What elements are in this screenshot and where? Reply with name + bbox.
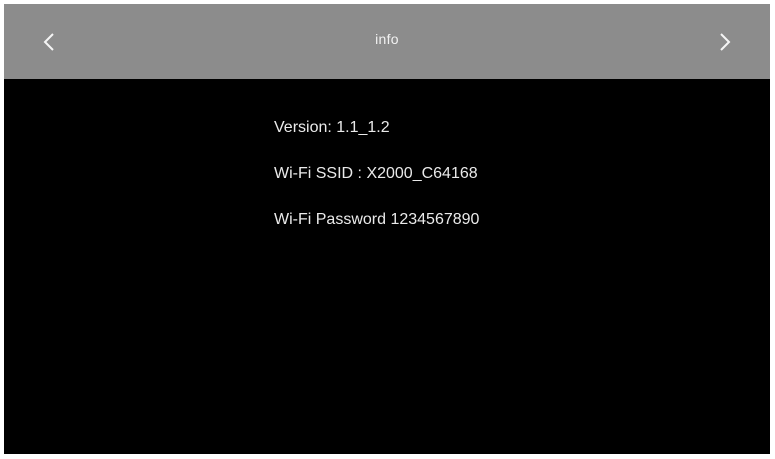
- device-info-list: Version: 1.1_1.2 Wi-Fi SSID : X2000_C641…: [274, 118, 479, 256]
- forward-button[interactable]: [680, 4, 770, 79]
- device-frame: info Version: 1.1_1.2 Wi-Fi SSID : X2000…: [0, 0, 775, 459]
- version-text: Version: 1.1_1.2: [274, 119, 390, 136]
- header-bar: info: [4, 4, 770, 79]
- wifi-password-text: Wi-Fi Password 1234567890: [274, 211, 480, 228]
- device-screen: info Version: 1.1_1.2 Wi-Fi SSID : X2000…: [4, 4, 770, 454]
- page-title: info: [375, 31, 399, 47]
- chevron-right-icon: [720, 32, 731, 51]
- wifi-ssid-text: Wi-Fi SSID : X2000_C64168: [274, 165, 478, 182]
